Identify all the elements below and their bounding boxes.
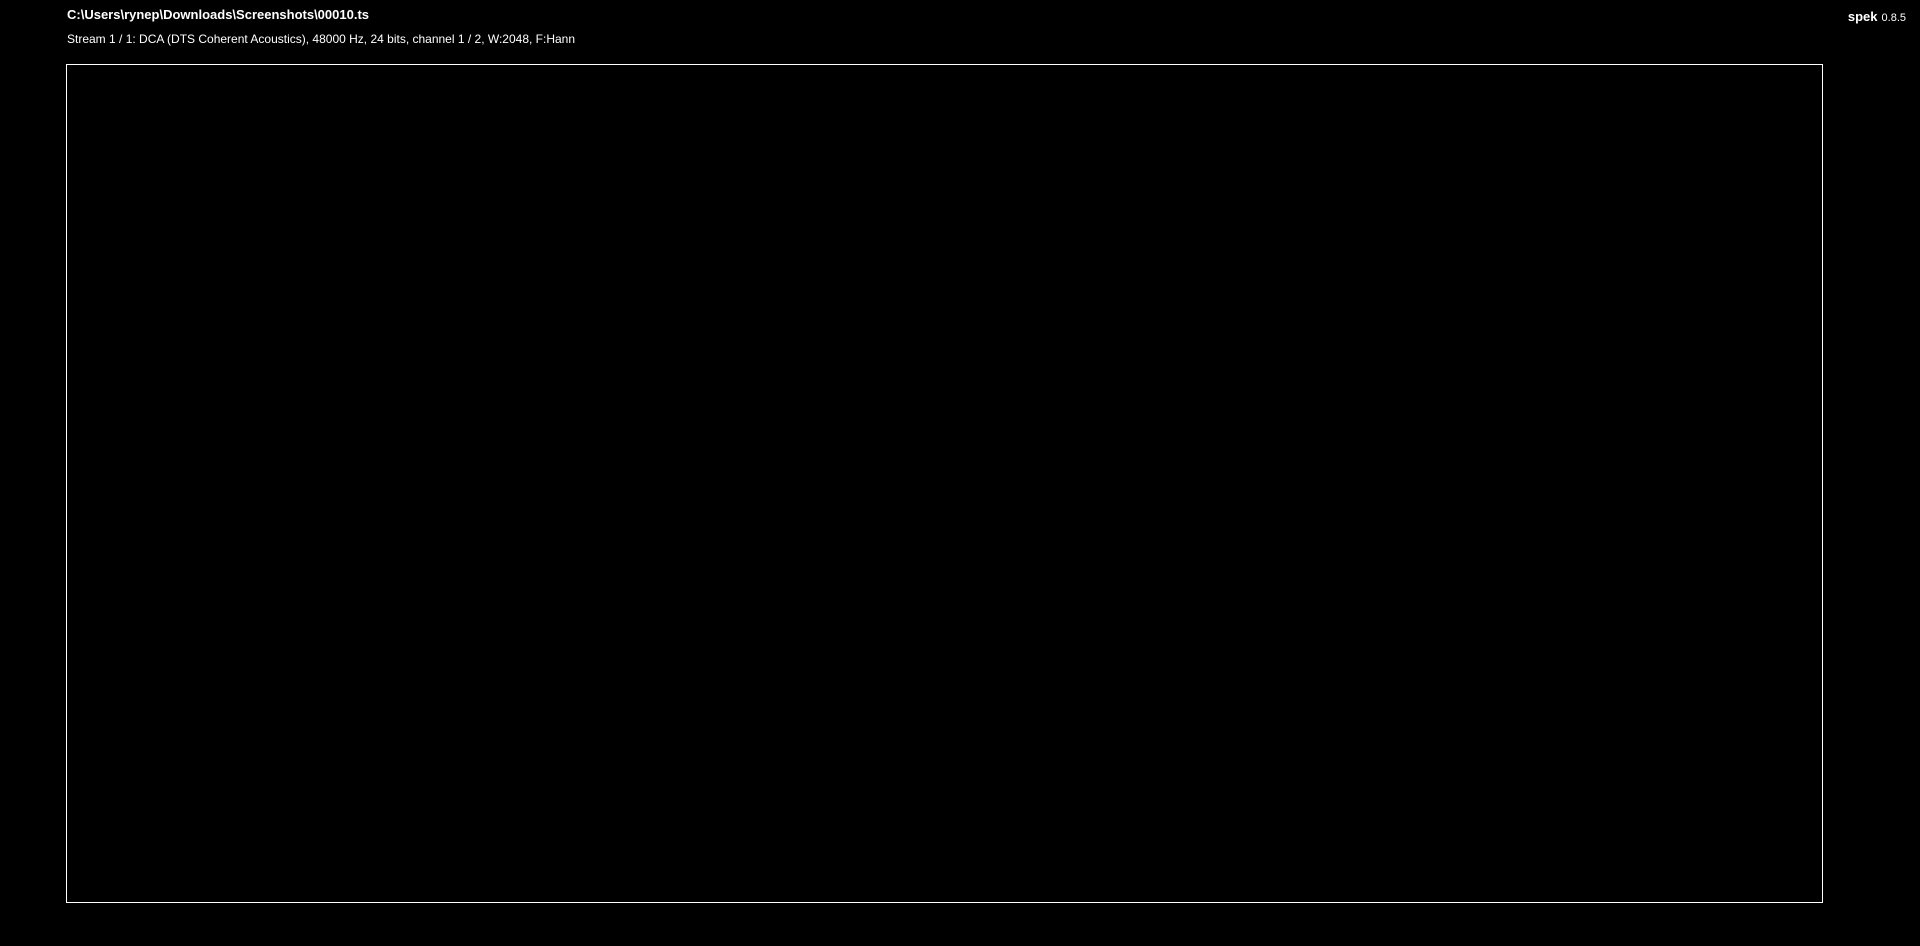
app-name: spek bbox=[1848, 9, 1878, 24]
app-brand: spek 0.8.5 bbox=[1848, 8, 1906, 26]
app-version: 0.8.5 bbox=[1882, 12, 1906, 24]
colorbar-canvas bbox=[0, 0, 14, 836]
spek-window: C:\Users\rynep\Downloads\Screenshots\000… bbox=[0, 0, 1920, 946]
spectrogram-canvas bbox=[0, 0, 1754, 836]
